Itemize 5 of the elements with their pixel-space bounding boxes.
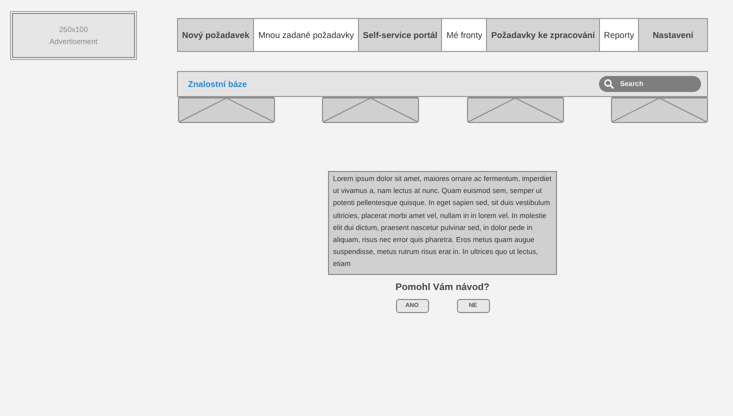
search-icon [604,79,614,89]
feedback-question: Pomohl Vám návod? [396,282,490,293]
nav-tab[interactable]: Mé fronty [442,19,488,51]
nav-tab[interactable]: Reporty [600,19,640,51]
nav-tab[interactable]: Mnou zadané požadavky [254,19,359,51]
